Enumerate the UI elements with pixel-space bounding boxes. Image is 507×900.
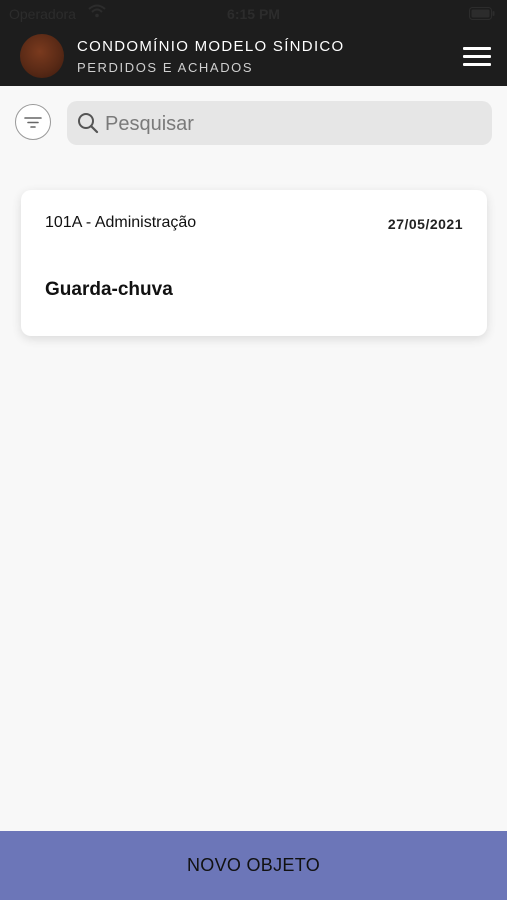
filter-icon (24, 117, 42, 128)
item-date: 27/05/2021 (387, 216, 463, 232)
new-object-label: NOVO OBJETO (187, 855, 320, 875)
battery-icon (469, 7, 495, 23)
search-input[interactable] (103, 107, 487, 141)
page-subtitle: PERDIDOS E ACHADOS (77, 60, 254, 75)
avatar[interactable] (20, 34, 64, 78)
status-bar: Operadora 6:15 PM (0, 0, 507, 28)
item-unit: 101A - Administração (45, 214, 197, 231)
search-icon (78, 113, 99, 134)
new-object-button[interactable]: NOVO OBJETO (0, 831, 507, 900)
status-time: 6:15 PM (227, 6, 280, 22)
hamburger-icon[interactable] (460, 45, 494, 69)
list-item[interactable]: 101A - Administração 27/05/2021 Guarda-c… (21, 190, 487, 336)
app-header: Operadora 6:15 PM CONDOMÍNIO MODELO SÍND… (0, 0, 507, 86)
search-bar[interactable] (67, 101, 492, 145)
item-name: Guarda-chuva (45, 279, 173, 300)
condo-title: CONDOMÍNIO MODELO SÍNDICO (77, 38, 345, 55)
filter-button[interactable] (15, 104, 51, 140)
